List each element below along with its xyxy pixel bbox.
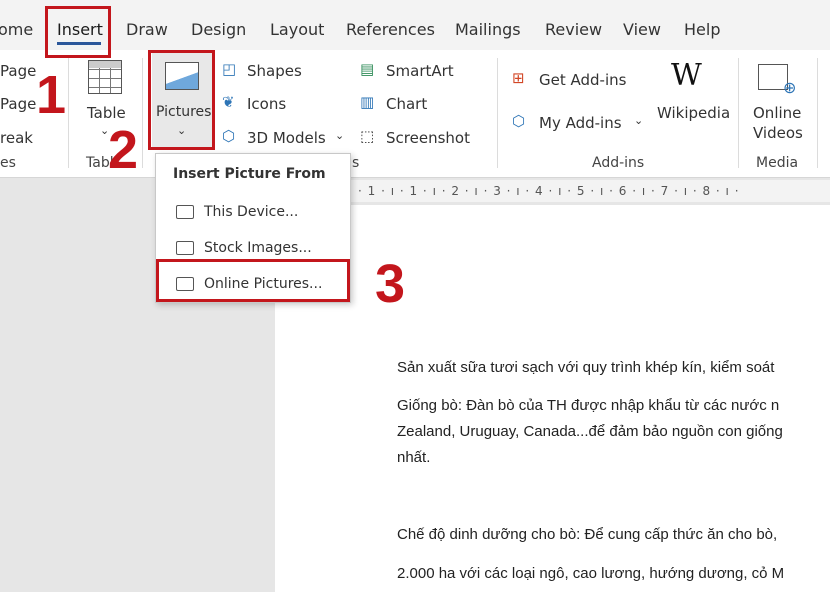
chart-icon: ▥ <box>360 93 375 111</box>
icons-button[interactable]: Icons <box>247 95 286 113</box>
menu-title: Insert Picture From <box>173 166 326 182</box>
tab-references[interactable]: References <box>346 20 435 39</box>
wikipedia-icon: W <box>671 58 702 93</box>
group-label-addins: Add-ins <box>592 155 645 171</box>
highlight-pictures-button <box>148 50 215 150</box>
tab-draw[interactable]: Draw <box>126 20 168 39</box>
group-label-media: Media <box>756 155 799 171</box>
device-picture-icon <box>176 205 194 219</box>
table-icon <box>88 60 122 94</box>
screenshot-button[interactable]: Screenshot <box>386 129 470 147</box>
my-addins-icon: ⬡ <box>512 112 526 130</box>
menu-item-label: This Device... <box>204 204 299 220</box>
chevron-down-icon: ⌄ <box>335 129 345 142</box>
shapes-button[interactable]: Shapes <box>247 62 302 80</box>
get-addins-button[interactable]: Get Add-ins <box>539 71 626 89</box>
stock-images-icon <box>176 241 194 255</box>
my-addins-button[interactable]: My Add-ins <box>539 114 622 132</box>
globe-icon: ⊕ <box>783 78 797 97</box>
tab-mailings[interactable]: Mailings <box>455 20 521 39</box>
divider <box>738 58 739 168</box>
blank-page-button[interactable]: Page <box>0 95 36 113</box>
3d-models-button[interactable]: 3D Models <box>247 129 326 147</box>
chevron-down-icon: ⌄ <box>634 114 644 127</box>
paragraph: nhất. <box>397 449 431 466</box>
menu-item-this-device[interactable]: This Device... <box>176 204 298 220</box>
paragraph: 2.000 ha với các loại ngô, cao lương, hư… <box>397 565 785 582</box>
online-videos-button[interactable]: Online <box>753 104 801 122</box>
paragraph: Chế độ dinh dưỡng cho bò: Để cung cấp th… <box>397 526 778 543</box>
step-number-3: 3 <box>375 254 406 314</box>
step-number-2: 2 <box>108 120 139 180</box>
tab-home[interactable]: ome <box>0 20 33 39</box>
divider <box>142 58 143 168</box>
tab-design[interactable]: Design <box>191 20 246 39</box>
divider <box>817 58 818 168</box>
paragraph: Giống bò: Đàn bò của TH được nhập khẩu t… <box>397 397 780 414</box>
tab-review[interactable]: Review <box>545 20 602 39</box>
tab-help[interactable]: Help <box>684 20 720 39</box>
highlight-insert-tab <box>45 6 111 58</box>
group-label-illustrations: s <box>352 155 360 171</box>
online-videos-label: Videos <box>753 124 803 142</box>
smartart-icon: ▤ <box>360 60 375 78</box>
shapes-icon: ◰ <box>222 60 237 78</box>
chart-button[interactable]: Chart <box>386 95 427 113</box>
group-label-pages: es <box>0 155 16 171</box>
highlight-online-pictures <box>156 259 350 302</box>
cover-page-button[interactable]: Page <box>0 62 36 80</box>
paragraph: Sản xuất sữa tươi sạch với quy trình khé… <box>397 359 775 376</box>
icons-icon: ❦ <box>222 93 235 111</box>
screenshot-icon: ⬚ <box>360 127 375 145</box>
ribbon-tabs: ome Insert Draw Design Layout References… <box>0 0 830 50</box>
get-addins-icon: ⊞ <box>512 69 525 87</box>
divider <box>497 58 498 168</box>
tab-view[interactable]: View <box>623 20 661 39</box>
wikipedia-button[interactable]: Wikipedia <box>657 104 730 122</box>
page-break-button[interactable]: reak <box>0 129 33 147</box>
menu-item-stock-images[interactable]: Stock Images... <box>176 240 312 256</box>
menu-item-label: Stock Images... <box>204 240 312 256</box>
tab-layout[interactable]: Layout <box>270 20 324 39</box>
3d-models-icon: ⬡ <box>222 127 236 145</box>
divider <box>68 58 69 168</box>
paragraph: Zealand, Uruguay, Canada...để đảm bảo ng… <box>397 423 783 440</box>
horizontal-ruler[interactable]: · 1 · ı · 1 · ı · 2 · ı · 3 · ı · 4 · ı … <box>350 180 830 202</box>
smartart-button[interactable]: SmartArt <box>386 62 454 80</box>
step-number-1: 1 <box>36 65 67 125</box>
